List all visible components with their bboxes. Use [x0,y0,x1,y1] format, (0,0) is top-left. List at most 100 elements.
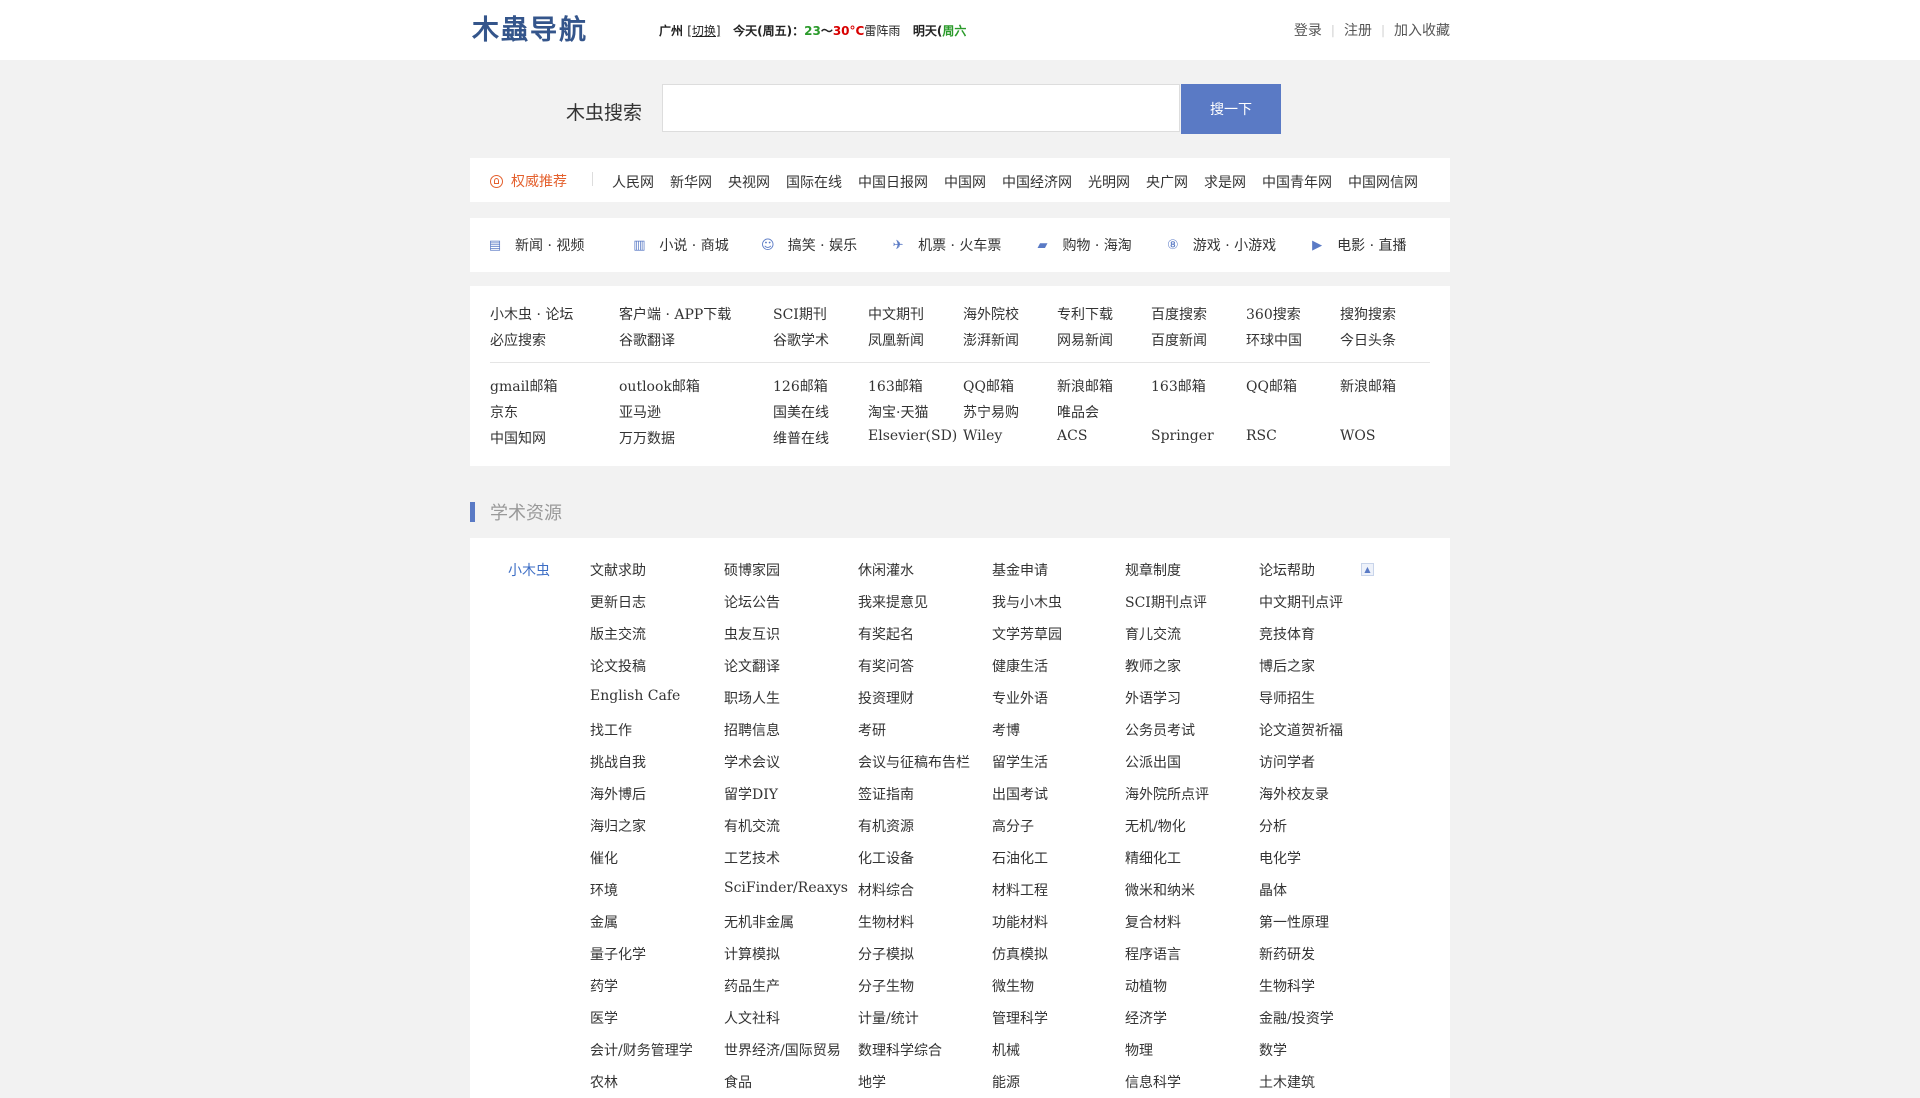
forum-link[interactable]: 物理 [1125,1040,1153,1060]
forum-link[interactable]: 论文投稿 [590,656,646,676]
site-link[interactable]: 京东 [490,402,518,422]
forum-link[interactable]: 能源 [992,1072,1020,1092]
recommend-link[interactable]: 中国网信网 [1348,172,1418,192]
site-link[interactable]: 国美在线 [773,402,829,422]
recommend-link[interactable]: 新华网 [670,172,712,192]
forum-link[interactable]: 有奖起名 [858,624,914,644]
forum-link[interactable]: 会议与征稿布告栏 [858,752,970,772]
forum-link[interactable]: 药学 [590,976,618,996]
site-link[interactable]: 万万数据 [619,428,675,448]
login-link[interactable]: 登录 [1294,20,1322,40]
recommend-link[interactable]: 央广网 [1146,172,1188,192]
forum-link[interactable]: SciFinder/Reaxys [724,880,848,896]
forum-link[interactable]: 海归之家 [590,816,646,836]
forum-link[interactable]: 更新日志 [590,592,646,612]
forum-link[interactable]: 仿真模拟 [992,944,1048,964]
category-game[interactable]: ⑧ 游戏 · 小游戏 [1166,235,1276,255]
forum-link[interactable]: 农林 [590,1072,618,1092]
site-link[interactable]: 新浪邮箱 [1340,376,1396,396]
site-link[interactable]: 必应搜索 [490,330,546,350]
site-link[interactable]: QQ邮箱 [1246,376,1297,396]
forum-link[interactable]: English Cafe [590,688,680,704]
forum-link[interactable]: 版主交流 [590,624,646,644]
site-link[interactable]: RSC [1246,428,1277,444]
forum-link[interactable]: 材料工程 [992,880,1048,900]
forum-link[interactable]: 食品 [724,1072,752,1092]
forum-link[interactable]: 医学 [590,1008,618,1028]
forum-link[interactable]: 信息科学 [1125,1072,1181,1092]
forum-link[interactable]: 我来提意见 [858,592,928,612]
forum-link[interactable]: 考研 [858,720,886,740]
forum-link[interactable]: 计量/统计 [858,1008,919,1028]
forum-link[interactable]: 石油化工 [992,848,1048,868]
category-video[interactable]: ▶ 电影 · 直播 [1310,235,1406,255]
recommend-link[interactable]: 光明网 [1088,172,1130,192]
forum-link[interactable]: 金融/投资学 [1259,1008,1334,1028]
forum-link[interactable]: 量子化学 [590,944,646,964]
forum-link[interactable]: 找工作 [590,720,632,740]
forum-link[interactable]: 经济学 [1125,1008,1167,1028]
forum-link[interactable]: 机械 [992,1040,1020,1060]
forum-link[interactable]: 生物科学 [1259,976,1315,996]
forum-link[interactable]: 硕博家园 [724,560,780,580]
forum-link[interactable]: 论文道贺祈福 [1259,720,1343,740]
site-link[interactable]: ACS [1057,428,1087,444]
category-bag[interactable]: ▰ 购物 · 海淘 [1035,235,1131,255]
site-link[interactable]: 谷歌翻译 [619,330,675,350]
forum-link[interactable]: 精细化工 [1125,848,1181,868]
forum-link[interactable]: 药品生产 [724,976,780,996]
forum-link[interactable]: 投资理财 [858,688,914,708]
forum-link[interactable]: 休闲灌水 [858,560,914,580]
search-input[interactable] [662,84,1180,132]
site-link[interactable]: 中文期刊 [868,304,924,324]
site-link[interactable]: 客户端 · APP下载 [619,304,731,324]
site-link[interactable]: 新浪邮箱 [1057,376,1113,396]
register-link[interactable]: 注册 [1344,20,1372,40]
forum-link[interactable]: 访问学者 [1259,752,1315,772]
forum-link[interactable]: 公派出国 [1125,752,1181,772]
forum-link[interactable]: 职场人生 [724,688,780,708]
forum-link[interactable]: 签证指南 [858,784,914,804]
recommend-link[interactable]: 央视网 [728,172,770,192]
site-link[interactable]: Springer [1151,428,1214,444]
forum-link[interactable]: 论坛帮助 [1259,560,1315,580]
collapse-icon[interactable]: ▲ [1361,563,1374,576]
forum-link[interactable]: 规章制度 [1125,560,1181,580]
forum-link[interactable]: 分子生物 [858,976,914,996]
forum-link[interactable]: 金属 [590,912,618,932]
forum-link[interactable]: 外语学习 [1125,688,1181,708]
forum-link[interactable]: 催化 [590,848,618,868]
forum-link[interactable]: 微生物 [992,976,1034,996]
forum-link[interactable]: 留学DIY [724,784,778,804]
forum-link[interactable]: 留学生活 [992,752,1048,772]
site-link[interactable]: 专利下载 [1057,304,1113,324]
site-link[interactable]: 小木虫 · 论坛 [490,304,573,324]
site-link[interactable]: SCI期刊 [773,304,827,324]
site-link[interactable]: 亚马逊 [619,402,661,422]
site-link[interactable]: 163邮箱 [1151,376,1206,396]
site-link[interactable]: 今日头条 [1340,330,1396,350]
site-link[interactable]: 苏宁易购 [963,402,1019,422]
forum-link[interactable]: 博后之家 [1259,656,1315,676]
forum-link[interactable]: 数理科学综合 [858,1040,942,1060]
academic-category-label[interactable]: 小木虫 [508,560,550,580]
site-link[interactable]: 网易新闻 [1057,330,1113,350]
forum-link[interactable]: 教师之家 [1125,656,1181,676]
forum-link[interactable]: 考博 [992,720,1020,740]
forum-link[interactable]: 我与小木虫 [992,592,1062,612]
forum-link[interactable]: 出国考试 [992,784,1048,804]
site-link[interactable]: 搜狗搜索 [1340,304,1396,324]
site-link[interactable]: QQ邮箱 [963,376,1014,396]
forum-link[interactable]: 导师招生 [1259,688,1315,708]
forum-link[interactable]: 学术会议 [724,752,780,772]
site-link[interactable]: Wiley [963,428,1002,444]
recommend-link[interactable]: 中国青年网 [1262,172,1332,192]
site-link[interactable]: gmail邮箱 [490,376,558,396]
site-link[interactable]: 海外院校 [963,304,1019,324]
recommend-link[interactable]: 求是网 [1204,172,1246,192]
site-link[interactable]: Elsevier(SD) [868,428,957,444]
forum-link[interactable]: 微米和纳米 [1125,880,1195,900]
forum-link[interactable]: 电化学 [1259,848,1301,868]
forum-link[interactable]: 专业外语 [992,688,1048,708]
forum-link[interactable]: 环境 [590,880,618,900]
